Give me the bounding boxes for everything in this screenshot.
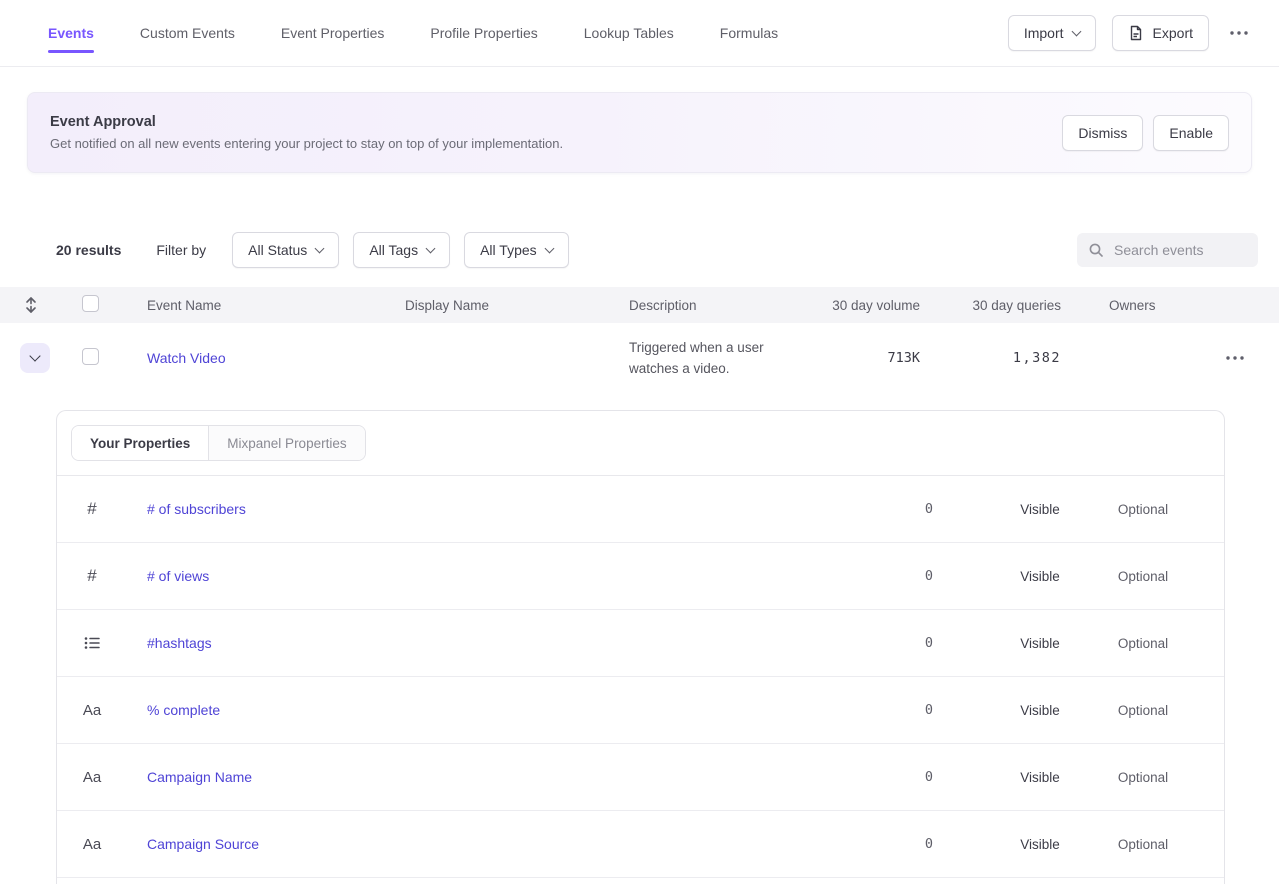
types-filter-label: All Types (480, 242, 537, 258)
row-checkbox[interactable] (82, 348, 99, 365)
chevron-down-icon (544, 244, 554, 254)
tags-filter-dropdown[interactable]: All Tags (353, 232, 450, 268)
tab-profile-properties[interactable]: Profile Properties (430, 0, 537, 66)
property-row: Campaign Source 0 Visible Optional (57, 811, 1224, 878)
property-visibility: Visible (985, 636, 1095, 651)
event-name-link[interactable]: Watch Video (147, 350, 226, 366)
banner-text: Event Approval Get notified on all new e… (50, 114, 563, 151)
property-status: Optional (1095, 837, 1191, 852)
export-button-label: Export (1153, 25, 1193, 41)
table-header: Event Name Display Name Description 30 d… (0, 287, 1279, 323)
chevron-down-icon (315, 244, 325, 254)
banner-actions: Dismiss Enable (1062, 115, 1229, 151)
property-visibility: Visible (985, 703, 1095, 718)
search-icon (1088, 242, 1104, 258)
property-status: Optional (1095, 569, 1191, 584)
property-status: Optional (1095, 502, 1191, 517)
property-row: # of views 0 Visible Optional (57, 543, 1224, 610)
dismiss-button[interactable]: Dismiss (1062, 115, 1143, 151)
number-icon (77, 499, 107, 519)
filter-row: 20 results Filter by All Status All Tags… (0, 232, 1279, 268)
properties-tabs-bar: Your Properties Mixpanel Properties (57, 411, 1224, 476)
column-header-volume[interactable]: 30 day volume (832, 298, 920, 313)
property-name-link[interactable]: % complete (147, 702, 813, 718)
column-header-event-name[interactable]: Event Name (147, 298, 405, 313)
property-row: #hashtags 0 Visible Optional (57, 610, 1224, 677)
search-events-box[interactable] (1077, 233, 1258, 267)
property-status: Optional (1095, 703, 1191, 718)
property-name-link[interactable]: #hashtags (147, 635, 813, 651)
column-header-description[interactable]: Description (629, 298, 790, 313)
nav-actions: Import Export (1008, 0, 1253, 66)
tab-custom-events[interactable]: Custom Events (140, 0, 235, 66)
tab-formulas[interactable]: Formulas (720, 0, 778, 66)
chevron-down-icon (1071, 27, 1081, 37)
property-count: 0 (813, 568, 933, 584)
banner-description: Get notified on all new events entering … (50, 136, 563, 151)
event-volume: 713K (887, 350, 920, 366)
property-count: 0 (813, 501, 933, 517)
event-description: Triggered when a user watches a video. (629, 337, 790, 379)
list-icon (77, 636, 107, 650)
property-status: Optional (1095, 770, 1191, 785)
property-status: Optional (1095, 636, 1191, 651)
property-row: # of subscribers 0 Visible Optional (57, 476, 1224, 543)
filter-by-label: Filter by (156, 242, 206, 258)
tags-filter-label: All Tags (369, 242, 418, 258)
collapse-row-button[interactable] (20, 343, 50, 373)
top-navigation: Events Custom Events Event Properties Pr… (0, 0, 1279, 67)
status-filter-dropdown[interactable]: All Status (232, 232, 339, 268)
property-row: % complete 0 Visible Optional (57, 677, 1224, 744)
property-count: 0 (813, 702, 933, 718)
property-rows: # of subscribers 0 Visible Optional # of… (57, 476, 1224, 878)
property-count: 0 (813, 635, 933, 651)
banner-title: Event Approval (50, 114, 563, 130)
properties-tab-group: Your Properties Mixpanel Properties (71, 425, 366, 461)
collapse-all-icon[interactable] (24, 296, 38, 314)
event-row: Watch Video Triggered when a user watche… (0, 323, 1279, 393)
select-all-checkbox[interactable] (82, 295, 99, 312)
text-icon (77, 769, 107, 786)
row-more-icon[interactable] (1221, 344, 1249, 372)
tab-lookup-tables[interactable]: Lookup Tables (584, 0, 674, 66)
property-visibility: Visible (985, 569, 1095, 584)
number-icon (77, 566, 107, 586)
property-count: 0 (813, 836, 933, 852)
property-visibility: Visible (985, 770, 1095, 785)
results-count: 20 results (56, 242, 121, 258)
types-filter-dropdown[interactable]: All Types (464, 232, 569, 268)
tab-event-properties[interactable]: Event Properties (281, 0, 385, 66)
chevron-down-icon (29, 350, 40, 361)
status-filter-label: All Status (248, 242, 307, 258)
nav-tabs: Events Custom Events Event Properties Pr… (48, 0, 778, 66)
import-button[interactable]: Import (1008, 15, 1096, 51)
property-visibility: Visible (985, 502, 1095, 517)
property-name-link[interactable]: Campaign Name (147, 769, 813, 785)
event-queries: 1,382 (1013, 350, 1061, 366)
column-header-owners[interactable]: Owners (1061, 298, 1190, 313)
tab-your-properties[interactable]: Your Properties (72, 426, 208, 460)
event-approval-banner: Event Approval Get notified on all new e… (27, 92, 1252, 173)
tab-mixpanel-properties[interactable]: Mixpanel Properties (208, 426, 364, 460)
import-button-label: Import (1024, 25, 1064, 41)
properties-panel: Your Properties Mixpanel Properties # of… (56, 410, 1225, 884)
property-count: 0 (813, 769, 933, 785)
more-menu-icon[interactable] (1225, 19, 1253, 47)
column-header-queries[interactable]: 30 day queries (972, 298, 1061, 313)
property-name-link[interactable]: # of subscribers (147, 501, 813, 517)
chevron-down-icon (426, 244, 436, 254)
search-events-input[interactable] (1112, 241, 1247, 259)
property-name-link[interactable]: Campaign Source (147, 836, 813, 852)
export-icon (1128, 25, 1144, 41)
tab-events[interactable]: Events (48, 0, 94, 66)
text-icon (77, 702, 107, 719)
property-name-link[interactable]: # of views (147, 568, 813, 584)
property-row: Campaign Name 0 Visible Optional (57, 744, 1224, 811)
property-visibility: Visible (985, 837, 1095, 852)
column-header-display-name[interactable]: Display Name (405, 298, 629, 313)
export-button[interactable]: Export (1112, 15, 1209, 51)
enable-button[interactable]: Enable (1153, 115, 1229, 151)
text-icon (77, 836, 107, 853)
